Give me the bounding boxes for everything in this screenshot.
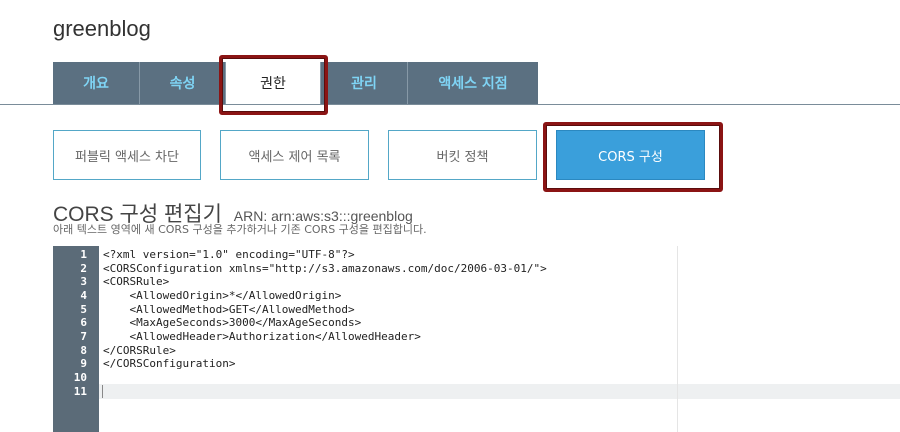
code-text-area[interactable]: <?xml version="1.0" encoding="UTF-8"?> <… bbox=[99, 246, 900, 432]
line-number-gutter: 1 2 3 4 5 6 7 8 9 10 11 bbox=[53, 246, 99, 432]
line-number: 4 bbox=[80, 289, 87, 302]
print-margin bbox=[677, 246, 678, 432]
code-line: <AllowedOrigin>*</AllowedOrigin> bbox=[103, 289, 342, 302]
editor-description: 아래 텍스트 영역에 새 CORS 구성을 추가하거나 기존 CORS 구성을 … bbox=[53, 223, 427, 236]
code-line: </CORSConfiguration> bbox=[103, 357, 236, 370]
code-line: <CORSConfiguration xmlns="http://s3.amaz… bbox=[103, 262, 547, 275]
tab-permissions[interactable]: 권한 bbox=[226, 62, 321, 104]
code-line: </CORSRule> bbox=[103, 344, 176, 357]
code-line: <AllowedMethod>GET</AllowedMethod> bbox=[103, 303, 355, 316]
line-number: 9 bbox=[80, 357, 87, 370]
line-number: 10 bbox=[73, 371, 87, 384]
bucket-title: greenblog bbox=[53, 16, 151, 41]
code-line: <CORSRule> bbox=[103, 275, 170, 288]
access-control-list-button[interactable]: 액세스 제어 목록 bbox=[220, 130, 369, 180]
line-number: 7 bbox=[80, 330, 87, 343]
line-number: 1 bbox=[80, 248, 87, 261]
tab-properties[interactable]: 속성 bbox=[140, 62, 226, 104]
line-number: 8 bbox=[80, 344, 87, 357]
active-line-highlight bbox=[99, 384, 900, 399]
block-public-access-button[interactable]: 퍼블릭 액세스 차단 bbox=[53, 130, 201, 180]
tab-overview[interactable]: 개요 bbox=[53, 62, 140, 104]
text-cursor bbox=[102, 385, 103, 398]
code-line: <?xml version="1.0" encoding="UTF-8"?> bbox=[103, 248, 355, 261]
tab-access-points[interactable]: 액세스 지점 bbox=[408, 62, 538, 104]
line-number: 11 bbox=[73, 385, 87, 398]
code-line: <MaxAgeSeconds>3000</MaxAgeSeconds> bbox=[103, 316, 362, 329]
tab-management[interactable]: 관리 bbox=[321, 62, 408, 104]
line-number: 2 bbox=[80, 262, 87, 275]
code-line: <AllowedHeader>Authorization</AllowedHea… bbox=[103, 330, 421, 343]
tab-divider bbox=[0, 104, 900, 105]
cors-code-editor[interactable]: 1 2 3 4 5 6 7 8 9 10 11 <?xml version="1… bbox=[53, 246, 900, 432]
line-number: 5 bbox=[80, 303, 87, 316]
line-number: 3 bbox=[80, 275, 87, 288]
cors-configuration-button[interactable]: CORS 구성 bbox=[556, 130, 705, 180]
tab-bar: 개요 속성 권한 관리 액세스 지점 bbox=[53, 62, 538, 104]
line-number: 6 bbox=[80, 316, 87, 329]
bucket-policy-button[interactable]: 버킷 정책 bbox=[388, 130, 537, 180]
